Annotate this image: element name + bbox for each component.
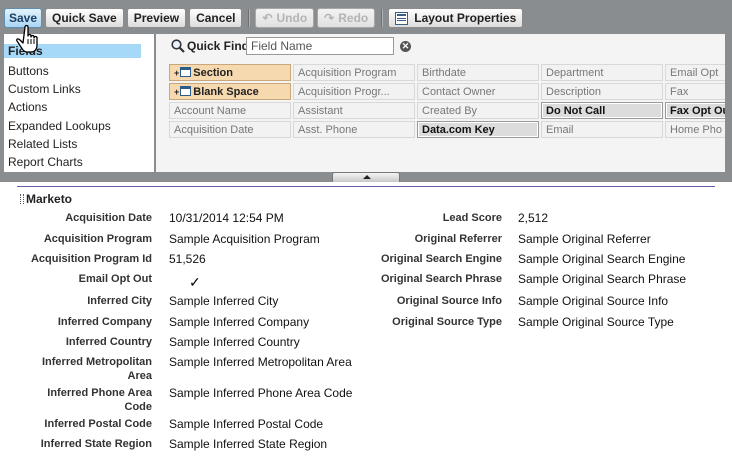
- field-value: Sample Inferred Country: [169, 335, 300, 349]
- undo-icon: ↶: [262, 11, 273, 25]
- palette-field-used[interactable]: Data.com Key: [417, 121, 539, 138]
- undo-label: Undo: [276, 11, 308, 25]
- field-label: Inferred City: [87, 295, 152, 307]
- section-divider: [17, 186, 715, 187]
- field-label: Acquisition Date: [65, 212, 152, 224]
- checkmark-icon: ✓: [189, 274, 201, 290]
- palette-field-used[interactable]: Fax Opt Ou: [665, 102, 725, 119]
- layout-palette: Save Quick Save Preview Cancel ↶ Undo ↷ …: [0, 0, 732, 182]
- plus-icon: +: [174, 87, 180, 97]
- field-label: Original Source Info: [396, 295, 502, 307]
- category-buttons[interactable]: Buttons: [8, 64, 49, 78]
- section-icon: [180, 67, 192, 77]
- category-related-lists[interactable]: Related Lists: [8, 137, 77, 151]
- field-label: Inferred Company: [57, 316, 152, 328]
- hand-cursor-icon: [16, 24, 38, 53]
- field-label: Email Opt Out: [78, 273, 152, 285]
- blank-space-icon: [180, 86, 192, 96]
- palette-category-list: Fields Buttons Custom Links Actions Expa…: [4, 34, 154, 172]
- quick-find-label: Quick Find: [187, 39, 250, 53]
- palette-field[interactable]: Assistant: [293, 102, 415, 119]
- palette-field[interactable]: Department: [541, 64, 663, 81]
- palette-item-section[interactable]: + Section: [169, 64, 291, 81]
- field-value: Sample Inferred Postal Code: [169, 417, 324, 431]
- palette-item-label: Blank Space: [193, 86, 259, 98]
- undo-button[interactable]: ↶ Undo: [255, 8, 315, 28]
- field-label: Inferred Metropolitan Area: [41, 356, 152, 382]
- clear-search-icon[interactable]: ✕: [400, 41, 411, 52]
- field-label: Inferred Postal Code: [44, 418, 152, 430]
- field-label: Inferred Phone Area Code: [47, 387, 152, 413]
- toolbar-divider: [248, 9, 251, 27]
- plus-icon: +: [174, 68, 180, 78]
- field-label: Acquisition Program: [43, 233, 152, 245]
- palette-field[interactable]: Contact Owner: [417, 83, 539, 100]
- palette-field[interactable]: Created By: [417, 102, 539, 119]
- field-label: Original Referrer: [414, 233, 502, 245]
- field-value: Sample Acquisition Program: [169, 232, 320, 246]
- toolbar-divider: [381, 9, 384, 27]
- field-value: 51,526: [169, 252, 206, 266]
- redo-button[interactable]: ↷ Redo: [317, 8, 376, 28]
- preview-button[interactable]: Preview: [126, 8, 187, 28]
- field-value: Sample Inferred Metropolitan Area: [169, 355, 352, 369]
- quick-save-button[interactable]: Quick Save: [45, 8, 124, 28]
- field-value: Sample Original Referrer: [518, 232, 651, 246]
- redo-icon: ↷: [324, 11, 335, 25]
- palette-field[interactable]: Birthdate: [417, 64, 539, 81]
- palette-field-used[interactable]: Do Not Call: [541, 102, 663, 119]
- palette-field[interactable]: Account Name: [169, 102, 291, 119]
- collapse-palette-handle[interactable]: [332, 172, 400, 182]
- field-label: Inferred Country: [65, 336, 152, 348]
- category-report-charts[interactable]: Report Charts: [8, 155, 83, 169]
- category-custom-links[interactable]: Custom Links: [8, 82, 81, 96]
- palette-fields-panel: Quick Find ✕ + Section + Blank Space Accou…: [156, 34, 725, 172]
- field-value: Sample Inferred City: [169, 294, 279, 308]
- palette-item-blank-space[interactable]: + Blank Space: [169, 83, 291, 100]
- drag-handle-icon[interactable]: [20, 194, 24, 204]
- layout-properties-button[interactable]: Layout Properties: [388, 8, 524, 28]
- section-title[interactable]: Marketo: [26, 192, 72, 206]
- palette-field[interactable]: Acquisition Date: [169, 121, 291, 138]
- palette-field[interactable]: Acquisition Progr...: [293, 83, 415, 100]
- field-label: Original Search Engine: [380, 253, 502, 265]
- field-value: Sample Original Source Type: [518, 315, 674, 329]
- palette-field[interactable]: Acquisition Program: [293, 64, 415, 81]
- palette-field[interactable]: Email Opt: [665, 64, 725, 81]
- field-label: Inferred State Region: [40, 438, 152, 450]
- field-value: 2,512: [518, 211, 549, 225]
- redo-label: Redo: [338, 11, 369, 25]
- field-label: Acquisition Program Id: [30, 253, 152, 265]
- field-value: 10/31/2014 12:54 PM: [169, 211, 284, 225]
- palette-field[interactable]: Email: [541, 121, 663, 138]
- category-actions[interactable]: Actions: [8, 100, 47, 114]
- field-label: Lead Score: [442, 212, 502, 224]
- palette-item-label: Section: [193, 67, 233, 79]
- field-value: Sample Inferred State Region: [169, 437, 328, 451]
- category-expanded-lookups[interactable]: Expanded Lookups: [8, 119, 111, 133]
- field-label: Original Search Phrase: [380, 273, 502, 285]
- field-value: Sample Original Search Engine: [518, 252, 686, 266]
- quick-find-input[interactable]: [246, 37, 394, 55]
- palette-field[interactable]: Asst. Phone: [293, 121, 415, 138]
- layout-properties-icon: [395, 11, 409, 25]
- palette-field[interactable]: Description: [541, 83, 663, 100]
- editor-toolbar: Save Quick Save Preview Cancel ↶ Undo ↷ …: [4, 6, 526, 30]
- palette-field[interactable]: Home Pho: [665, 121, 725, 138]
- search-icon: [171, 39, 185, 53]
- field-value: Sample Inferred Phone Area Code: [169, 386, 353, 400]
- field-value: Sample Inferred Company: [169, 315, 310, 329]
- cancel-button[interactable]: Cancel: [189, 8, 243, 28]
- layout-properties-label: Layout Properties: [414, 11, 517, 25]
- palette-field[interactable]: Fax: [665, 83, 725, 100]
- field-value: Sample Original Search Phrase: [518, 272, 687, 286]
- field-label: Original Source Type: [392, 316, 502, 328]
- field-value: Sample Original Source Info: [518, 294, 669, 308]
